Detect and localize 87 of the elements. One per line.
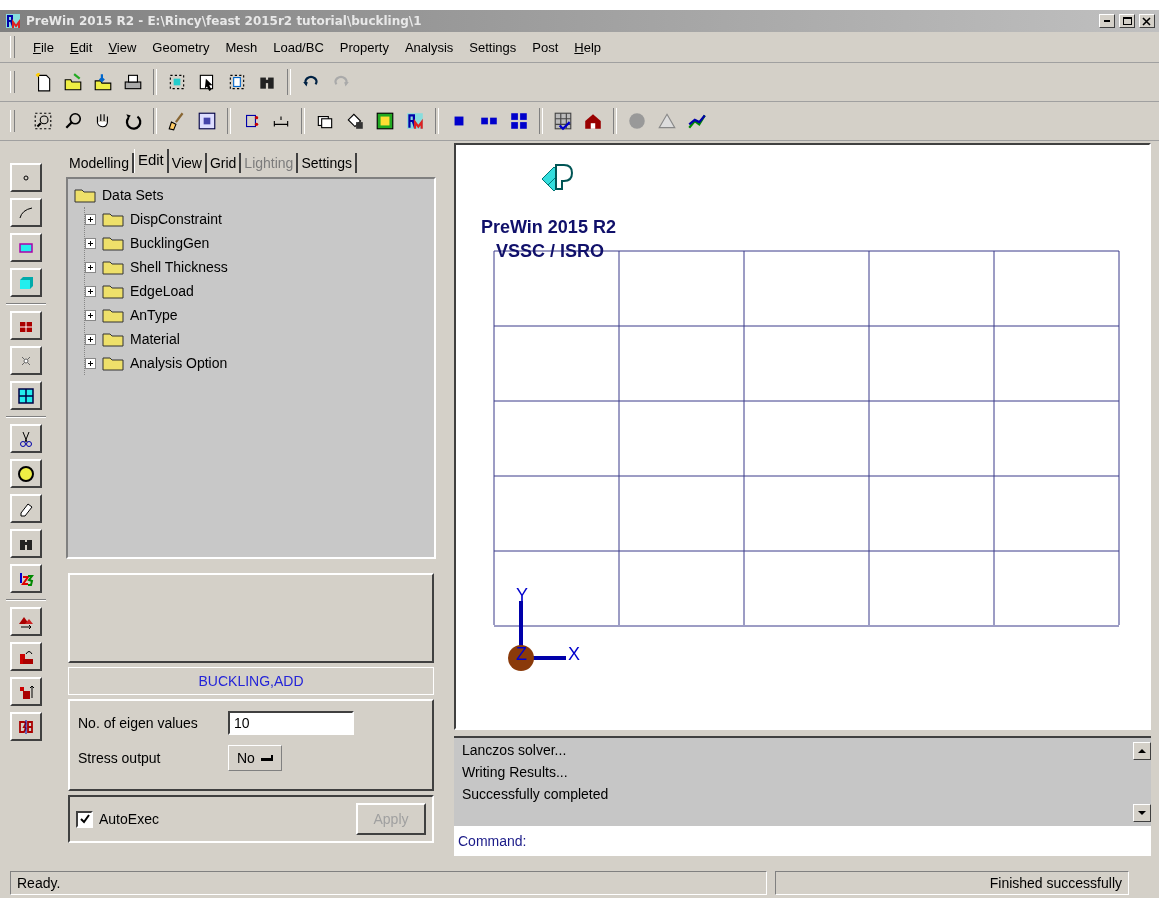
tree-item[interactable]: Data Sets bbox=[102, 187, 164, 203]
mirror-tool-button[interactable] bbox=[10, 712, 42, 741]
tree-item[interactable]: DispConstraint bbox=[130, 211, 222, 227]
tree-item[interactable]: Material bbox=[130, 331, 180, 347]
menu-item[interactable]: Load/BC bbox=[265, 39, 332, 55]
logo-subtitle: VSSC / ISRO bbox=[496, 241, 605, 261]
tree-item[interactable]: AnType bbox=[130, 307, 178, 323]
menu-item[interactable]: Help bbox=[566, 39, 610, 55]
extrude-tool-button[interactable] bbox=[10, 677, 42, 706]
panel-tab[interactable]: View bbox=[168, 153, 207, 173]
point-icon bbox=[23, 174, 29, 181]
mesh-tool-button[interactable] bbox=[10, 381, 42, 410]
circle-tool-button[interactable] bbox=[10, 459, 42, 488]
axis-label: Z bbox=[516, 644, 527, 664]
expand-icon[interactable] bbox=[85, 213, 96, 225]
expand-icon[interactable] bbox=[85, 285, 96, 297]
folder-icon bbox=[102, 259, 124, 275]
expand-icon[interactable] bbox=[85, 261, 96, 273]
field-label: Stress output bbox=[78, 750, 162, 766]
close-button[interactable] bbox=[1139, 14, 1155, 28]
tree-item[interactable]: EdgeLoad bbox=[130, 283, 194, 299]
tree-item[interactable]: BucklingGen bbox=[130, 235, 210, 251]
toggle-icon bbox=[260, 755, 273, 761]
stress-output-toggle[interactable]: No bbox=[228, 745, 282, 771]
folder-icon bbox=[74, 187, 96, 203]
eigen-values-field[interactable]: 10 bbox=[228, 711, 354, 735]
expand-icon[interactable] bbox=[85, 333, 96, 345]
command-label: Command: bbox=[458, 833, 527, 849]
app-logo-icon bbox=[4, 12, 22, 30]
node-tool-button[interactable] bbox=[10, 346, 42, 375]
log-line: Lanczos solver... bbox=[462, 742, 568, 758]
scroll-up-icon[interactable] bbox=[1133, 742, 1151, 760]
menu-item[interactable]: Settings bbox=[461, 39, 525, 55]
tree-item[interactable]: Analysis Option bbox=[130, 355, 228, 371]
block-tool-button[interactable] bbox=[10, 311, 42, 340]
erase-tool-button[interactable] bbox=[10, 494, 42, 523]
axis-label: Y bbox=[516, 585, 528, 605]
tree-item[interactable]: Shell Thickness bbox=[130, 259, 228, 275]
minimize-icon bbox=[1104, 20, 1110, 22]
mirror-icon bbox=[17, 717, 35, 736]
panel-tab[interactable]: Edit bbox=[133, 149, 169, 173]
rectangle-tool-button[interactable] bbox=[10, 233, 42, 262]
folder-icon bbox=[102, 355, 124, 371]
field-label: No. of eigen values bbox=[78, 715, 199, 731]
folder-icon bbox=[102, 283, 124, 299]
logo-title: PreWin 2015 R2 bbox=[481, 217, 616, 237]
rotate-tool-button[interactable] bbox=[10, 642, 42, 671]
expand-icon[interactable] bbox=[85, 237, 96, 249]
folder-icon bbox=[102, 331, 124, 347]
menu-item[interactable]: Edit bbox=[61, 39, 101, 55]
cut-tool-button[interactable] bbox=[10, 424, 42, 453]
axis-triad-drawing bbox=[508, 599, 568, 671]
circle-icon bbox=[17, 464, 35, 483]
status-pane: Finished successfully bbox=[775, 871, 1129, 895]
box-tool-button[interactable] bbox=[10, 268, 42, 297]
menu-item[interactable]: Analysis bbox=[396, 39, 462, 55]
maximize-icon bbox=[1122, 17, 1132, 25]
command-title: BUCKLING,ADD bbox=[68, 667, 434, 695]
find-tool-button[interactable] bbox=[10, 529, 42, 558]
move-tool-button[interactable] bbox=[10, 607, 42, 636]
menu-item[interactable]: Post bbox=[524, 39, 567, 55]
scroll-down-icon[interactable] bbox=[1133, 804, 1151, 822]
grid-icon bbox=[17, 386, 35, 405]
menu-item[interactable]: Property bbox=[331, 39, 397, 55]
log-line: Successfully completed bbox=[462, 786, 610, 802]
expand-icon[interactable] bbox=[85, 309, 96, 321]
menu-item[interactable]: Mesh bbox=[217, 39, 266, 55]
status-pane: Ready. bbox=[10, 871, 767, 895]
menu-item[interactable]: File bbox=[25, 39, 62, 55]
minimize-button[interactable] bbox=[1099, 14, 1115, 28]
arc-tool-button[interactable] bbox=[10, 198, 42, 227]
folder-icon bbox=[102, 307, 124, 323]
folder-icon bbox=[102, 235, 124, 251]
checkbox-label: AutoExec bbox=[99, 811, 159, 827]
checkbox[interactable] bbox=[76, 810, 93, 828]
menu-item[interactable]: View bbox=[100, 39, 145, 55]
axis-label: X bbox=[568, 644, 580, 664]
numbering-tool-button[interactable] bbox=[10, 564, 42, 593]
menu-item[interactable]: Geometry bbox=[144, 39, 218, 55]
log-line: Writing Results... bbox=[462, 764, 569, 780]
point-tool-button[interactable] bbox=[10, 163, 42, 192]
expand-icon[interactable] bbox=[85, 357, 96, 369]
folder-icon bbox=[102, 211, 124, 227]
logo-icon bbox=[541, 164, 573, 192]
maximize-button[interactable] bbox=[1119, 14, 1135, 28]
window-title: PreWin 2015 R2 - E:\Rincy\feast 2015r2 tutorial\buckling\1 bbox=[26, 14, 423, 28]
scissors-icon bbox=[17, 429, 35, 448]
